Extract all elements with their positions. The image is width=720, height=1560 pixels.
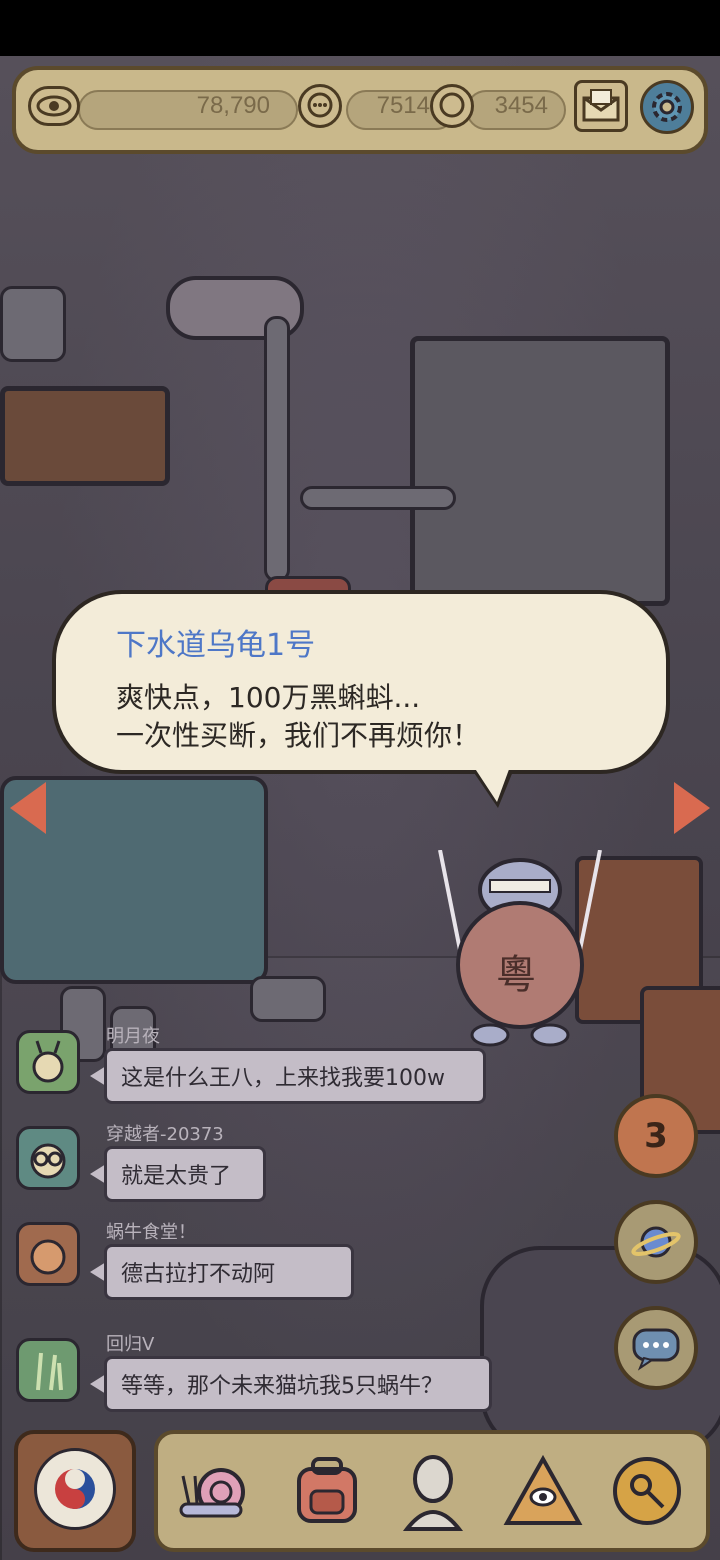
status-bar [0, 0, 720, 56]
turtle-character[interactable]: 粵 [430, 849, 610, 1050]
counter-button[interactable]: 3 [614, 1094, 698, 1178]
statue-icon[interactable] [390, 1448, 476, 1534]
glasses-avatar-icon[interactable] [16, 1126, 80, 1190]
backpack-icon[interactable] [284, 1448, 370, 1534]
dialog-line-1: 爽快点，100万黑蝌蚪... [116, 681, 421, 714]
chat-bubble-icon [632, 1328, 680, 1371]
chat-message-1: 这是什么王八，上来找我要100w [104, 1048, 486, 1104]
key-coin-icon[interactable] [604, 1448, 690, 1534]
speech-tail-fill [472, 764, 511, 802]
chat-coin-icon [430, 84, 474, 128]
chat-name-2: 穿越者-20373 [106, 1124, 224, 1145]
planet-icon [631, 1226, 681, 1258]
pipe-decoration [300, 486, 456, 510]
chat-name-4: 回归V [106, 1334, 155, 1355]
nav-right-arrow-icon[interactable] [674, 782, 710, 834]
dialog-speaker: 下水道乌龟1号 [116, 628, 316, 663]
eye-icon [28, 86, 80, 126]
chat-message-4: 等等，那个未来猫坑我5只蜗牛？ [104, 1356, 492, 1412]
pipe-decoration [0, 286, 66, 362]
chat-message-2: 就是太贵了 [104, 1146, 266, 1202]
cage-machine [410, 336, 670, 606]
snail-icon[interactable] [172, 1448, 258, 1534]
pyramid-eye-icon[interactable] [500, 1448, 586, 1534]
planet-button[interactable] [614, 1200, 698, 1284]
chat-button[interactable] [614, 1306, 698, 1390]
brown-avatar-icon[interactable] [16, 1222, 80, 1286]
counter-value: 3 [644, 1116, 668, 1156]
coin-count: 7514 [376, 92, 430, 119]
pipe-decoration [250, 976, 326, 1022]
mail-icon[interactable] [574, 80, 628, 132]
flag-avatar-icon [34, 1448, 116, 1530]
chat-name-3: 蜗牛食堂！ [106, 1222, 196, 1243]
profile-button[interactable] [14, 1430, 136, 1552]
dialog-line-2: 一次性买断，我们不再烦你！ [116, 719, 481, 752]
pipe-decoration [264, 316, 290, 582]
nav-left-arrow-icon[interactable] [10, 782, 46, 834]
plant-avatar-icon[interactable] [16, 1338, 80, 1402]
eye-count: 78,790 [196, 92, 270, 119]
snail-avatar-icon[interactable] [16, 1030, 80, 1094]
chat-message-3: 德古拉打不动阿 [104, 1244, 354, 1300]
speech-coin-icon [298, 84, 342, 128]
turtle-badge: 粵 [496, 952, 536, 998]
bubble-count: 3454 [494, 92, 548, 119]
table-decoration [0, 386, 170, 486]
gear-icon[interactable] [640, 80, 694, 134]
chat-name-1: 明月夜 [106, 1026, 160, 1047]
